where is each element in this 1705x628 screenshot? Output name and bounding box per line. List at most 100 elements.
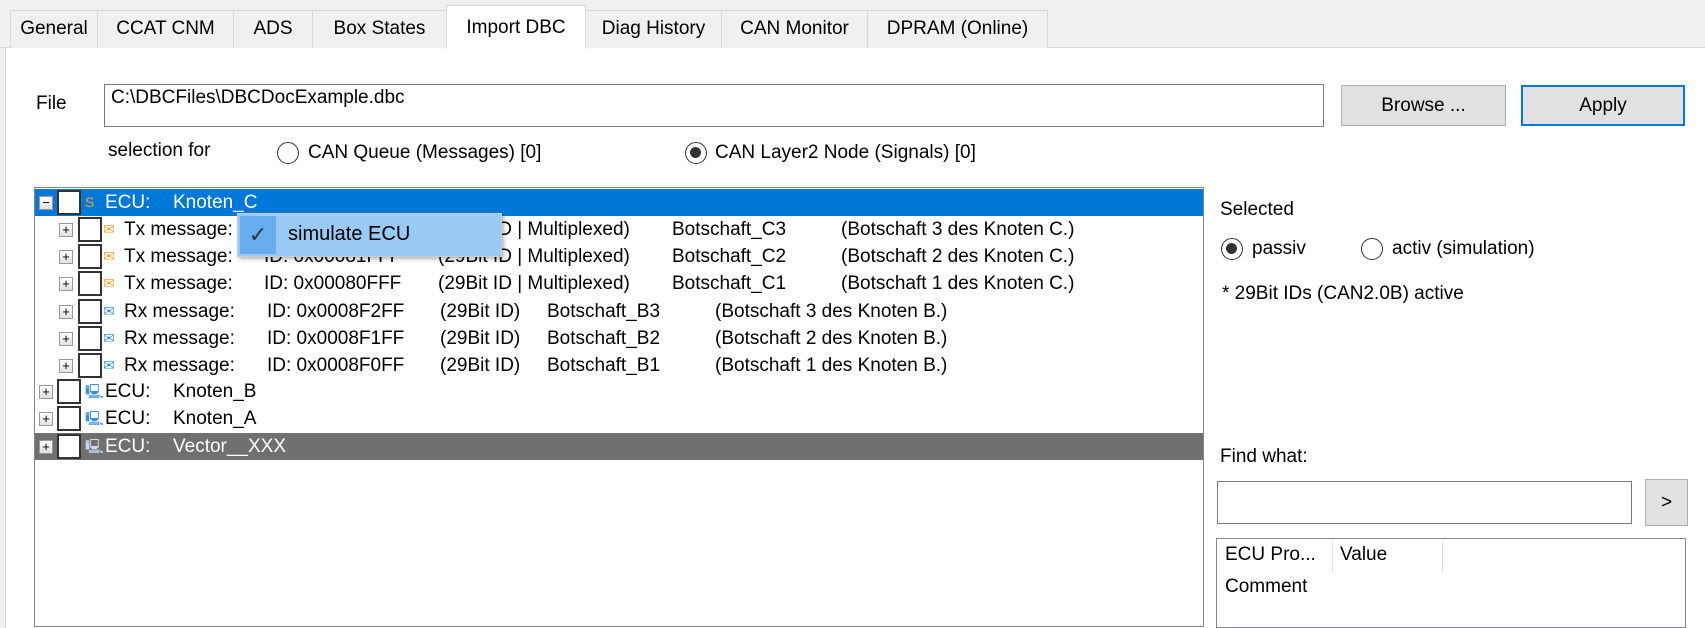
file-path-value: C:\DBCFiles\DBCDocExample.dbc xyxy=(111,87,405,108)
radio-can-queue[interactable] xyxy=(277,142,299,164)
message-comment: (Botschaft 1 des Knoten C.) xyxy=(841,273,1075,295)
message-id: ID: 0x00080FFF xyxy=(264,273,402,295)
context-menu: ✓ simulate ECU xyxy=(237,213,502,257)
find-next-button[interactable]: > xyxy=(1645,479,1688,526)
tab-box-states[interactable]: Box States xyxy=(312,10,447,48)
message-fmt: (29Bit ID) xyxy=(440,327,521,349)
column-header-value[interactable]: Value xyxy=(1340,544,1387,566)
checkbox[interactable] xyxy=(78,271,102,297)
tab-dpram-online[interactable]: DPRAM (Online) xyxy=(867,10,1048,48)
tree-message-row[interactable]: + ✉Tx message:ID: 0x00081FFF(29Bit ID | … xyxy=(35,216,1203,243)
checkbox[interactable] xyxy=(78,298,102,324)
message-type: Tx message: xyxy=(124,219,233,240)
message-type: Rx message: xyxy=(124,355,235,376)
find-what-input[interactable] xyxy=(1217,481,1632,524)
message-fmt: (29Bit ID) xyxy=(440,300,521,322)
tab-ads[interactable]: ADS xyxy=(233,10,313,48)
message-msg: Botschaft_B2 xyxy=(547,327,661,349)
ecu-prefix: ECU: xyxy=(105,381,151,402)
file-label: File xyxy=(36,93,67,114)
ecu-tree[interactable]: − S ECU: Knoten_C + ✉ Tx message: ID: 0x00… xyxy=(34,187,1204,627)
can-id-note: * 29Bit IDs (CAN2.0B) active xyxy=(1222,283,1464,304)
activ-simulation-label[interactable]: activ (simulation) xyxy=(1392,238,1535,260)
tab-import-dbc[interactable]: Import DBC xyxy=(446,5,586,49)
ecu-icon: 🖳 xyxy=(85,410,104,426)
ecu-name: Knoten_A xyxy=(173,408,257,429)
rx-message-icon: ✉ xyxy=(103,329,115,346)
can-queue-label[interactable]: CAN Queue (Messages) [0] xyxy=(308,142,541,164)
tree-message-row[interactable]: + ✉ Tx message: ID: 0x00080FFF (29Bit ID | … xyxy=(35,270,1203,297)
message-msg: Botschaft_C2 xyxy=(672,246,787,268)
message-msg: Botschaft_C1 xyxy=(672,273,787,295)
message-type: Tx message: xyxy=(124,273,233,295)
tx-message-icon: ✉ xyxy=(103,248,115,265)
checkbox[interactable] xyxy=(78,217,102,242)
checkbox[interactable] xyxy=(57,434,81,459)
check-icon: ✓ xyxy=(240,216,276,254)
message-id: ID: 0x0008F2FF xyxy=(267,300,405,322)
tab-diag-history[interactable]: Diag History xyxy=(585,10,722,48)
apply-button[interactable]: Apply xyxy=(1521,85,1685,126)
message-comment: (Botschaft 2 des Knoten C.) xyxy=(841,246,1075,268)
ecu-name: Knoten_B xyxy=(173,381,257,402)
message-comment: (Botschaft 1 des Knoten B.) xyxy=(715,355,948,376)
browse-button[interactable]: Browse ... xyxy=(1341,85,1506,126)
ecu-properties-list[interactable]: ECU Pro... Value Comment xyxy=(1216,538,1686,628)
tree-ecu-vector-xxx[interactable]: + 🖳 ECU: Vector__XXX xyxy=(35,433,1203,460)
expand-icon[interactable]: + xyxy=(59,359,73,373)
message-comment: (Botschaft 2 des Knoten B.) xyxy=(715,327,948,349)
checkbox[interactable] xyxy=(57,379,81,404)
can-layer2-node-label[interactable]: CAN Layer2 Node (Signals) [0] xyxy=(715,142,976,164)
ecu-prefix: ECU: xyxy=(105,408,151,429)
column-header-ecu-property[interactable]: ECU Pro... xyxy=(1225,544,1316,566)
expand-icon[interactable]: + xyxy=(59,223,73,237)
tx-message-icon: ✉ xyxy=(103,221,115,237)
property-comment[interactable]: Comment xyxy=(1225,576,1307,598)
ecu-name: Knoten_C xyxy=(173,192,258,213)
checkbox[interactable] xyxy=(78,325,102,351)
message-id: ID: 0x0008F1FF xyxy=(267,327,405,349)
message-type: Tx message: xyxy=(124,246,233,268)
menu-item-simulate-ecu[interactable]: simulate ECU xyxy=(288,223,410,246)
tree-message-row[interactable]: + ✉Tx message:ID: 0x00081FFF(29Bit ID | … xyxy=(35,243,1203,270)
radio-passiv[interactable] xyxy=(1221,238,1243,260)
tree-ecu-knoten-b[interactable]: + 🖳 ECU: Knoten_B xyxy=(35,378,1203,405)
ecu-prefix: ECU: xyxy=(105,436,151,457)
expand-icon[interactable]: + xyxy=(39,412,53,426)
tree-message-row[interactable]: + ✉ Rx message: ID: 0x0008F1FF (29Bit ID) Bo… xyxy=(35,325,1203,352)
tab-can-monitor[interactable]: CAN Monitor xyxy=(721,10,868,48)
expand-icon[interactable]: + xyxy=(39,440,53,454)
checkbox[interactable] xyxy=(78,353,102,378)
expand-icon[interactable]: + xyxy=(59,304,73,319)
rx-message-icon: ✉ xyxy=(103,357,115,373)
message-comment: (Botschaft 3 des Knoten B.) xyxy=(715,300,948,322)
rx-message-icon: ✉ xyxy=(103,302,115,319)
expand-icon[interactable]: + xyxy=(59,277,73,292)
checkbox[interactable] xyxy=(57,406,81,431)
message-fmt: (29Bit ID) xyxy=(440,355,521,376)
ecu-icon: 🖳 xyxy=(85,383,104,399)
radio-activ-simulation[interactable] xyxy=(1361,238,1383,260)
radio-can-layer2-node[interactable] xyxy=(685,142,707,164)
checkbox[interactable] xyxy=(57,190,81,215)
expand-icon[interactable]: + xyxy=(39,385,53,399)
file-path-input[interactable]: C:\DBCFiles\DBCDocExample.dbc xyxy=(104,84,1324,127)
tab-bar: General CCAT CNM ADS Box States Import D… xyxy=(0,0,1705,49)
passiv-label[interactable]: passiv xyxy=(1252,238,1306,260)
message-comment: (Botschaft 3 des Knoten C.) xyxy=(841,219,1075,240)
ecu-prefix: ECU: xyxy=(105,192,151,213)
checkbox[interactable] xyxy=(78,244,102,270)
message-msg: Botschaft_B1 xyxy=(547,355,661,376)
ecu-icon: 🖳 xyxy=(85,438,104,454)
tab-ccat-cnm[interactable]: CCAT CNM xyxy=(97,10,234,48)
tree-ecu-knoten-c[interactable]: − S ECU: Knoten_C xyxy=(35,189,1203,216)
tree-ecu-knoten-a[interactable]: + 🖳 ECU: Knoten_A xyxy=(35,405,1203,432)
message-type: Rx message: xyxy=(124,327,235,349)
tab-general[interactable]: General xyxy=(10,10,98,48)
tx-message-icon: ✉ xyxy=(103,275,115,292)
tree-message-row[interactable]: + ✉ Rx message: ID: 0x0008F2FF (29Bit ID) Bo… xyxy=(35,298,1203,325)
expand-icon[interactable]: + xyxy=(59,250,73,265)
tree-message-row[interactable]: + ✉ Rx message: ID: 0x0008F0FF (29Bit ID) Bo… xyxy=(35,352,1203,379)
expand-icon[interactable]: + xyxy=(59,331,73,346)
collapse-icon[interactable]: − xyxy=(39,196,53,210)
